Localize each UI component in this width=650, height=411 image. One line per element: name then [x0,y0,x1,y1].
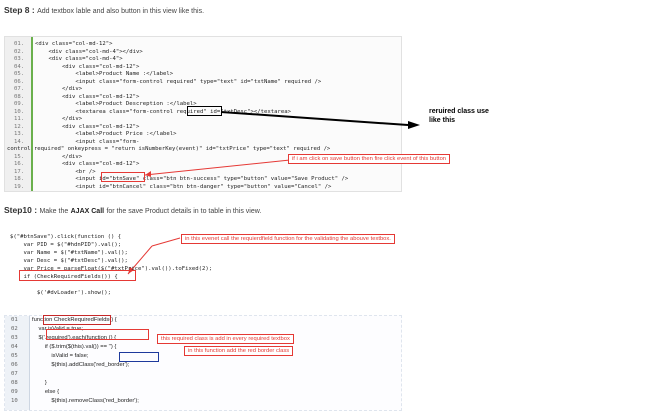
line-number: 03. [14,56,25,62]
line-number: 15. [14,153,25,160]
line-number: 07. [14,86,25,92]
step8-heading: Step 8 : Add textbox lable and also butt… [4,5,204,15]
line-number: 18. [14,176,25,182]
code-line: <div class="col-md-4"> [35,56,123,62]
line-number: 01. [14,41,25,47]
line-number: 08. [14,93,25,100]
code-line: control required" onkeypress = "return i… [7,146,331,152]
line-number: 19. [14,183,25,190]
line-number: 11. [14,116,25,122]
line-number: 02 [11,326,18,332]
step10-number: Step10 : [4,205,38,215]
code-line: <div class="col-md-12"> [35,123,140,130]
line-number: 07 [11,371,18,377]
btnsave-annotation: if i am click on save button then fire c… [288,154,451,164]
line-number: 09. [14,101,25,107]
code-line: <input class="form- [35,138,140,145]
line-number: 16. [14,161,25,167]
line-number: 13. [14,131,25,137]
code-line: <input id="btnSave" class="btn btn-succe… [35,176,349,182]
code-line: <div class="col-md-12"> [35,93,140,100]
step10-annotation: in this evenet call the requierdfield fu… [181,234,395,244]
line-number: 03 [11,335,18,341]
code-line: $(this).addClass('red_border'); [32,362,130,368]
code-line: <label>Product Descreption :</label> [35,101,197,107]
border-annotation: in this function add the red border clas… [184,346,294,356]
code-line: <div class="col-md-12"> [35,63,140,70]
code-line: <label>Product Price :</label> [35,131,177,137]
code-line: <input id="btnCancel" class="btn btn-dan… [35,183,332,190]
code-line: <textarea class="form-control required" … [35,108,291,115]
each-annotation: this required class is add in every requ… [157,334,294,344]
code-line: } [32,380,47,386]
code-line: if ($.trim($(this).val()) == '') { [32,344,117,350]
line-number: 02. [14,48,25,55]
code-line: <div class="col-md-12"> [35,161,140,167]
red-border-box [119,352,159,362]
step8-number: Step 8 : [4,5,35,15]
code-line: $("#btnSave").click(function () { [10,234,122,240]
code-line: $('#dvLoader').show(); [10,290,112,296]
btnsave-highlight-box [101,172,145,182]
line-number: 17. [14,168,25,175]
code-line: isValid = false; [32,353,89,359]
line-number: 05. [14,71,25,77]
step10-text-pre: Make the [39,208,69,215]
line-number: 09 [11,389,18,395]
checkrequired-fn-box [43,315,111,325]
step10-text-post: for the save Product details in to table… [106,208,262,215]
code-line: </div> [35,116,83,122]
line-number: 14. [14,138,25,145]
line-number: 12. [14,123,25,130]
code-line: var PID = $("#hdnPID").val(); [10,242,122,248]
required-annotation: reruired class use like this [429,108,489,124]
code-line: <div class="col-md-4"></div> [35,48,143,55]
line-number: 06 [11,362,18,368]
line-number: 04. [14,63,25,70]
step8-text: Add textbox lable and also button in thi… [37,8,205,15]
line-number: 10. [14,108,25,115]
code-line: <input class="form-control required" typ… [35,78,322,85]
line-number: 01 [11,317,18,323]
code-line: $(this).removeClass('red_border'); [32,398,139,404]
checkrequired-highlight-box [19,270,136,281]
code-line: else { [32,389,60,395]
required-highlight-box [187,106,222,116]
code-line: <br /> [35,168,96,175]
code-line: <div class="col-md-12"> [35,41,113,47]
code-line: <label>Product Name :</label> [35,71,174,77]
line-number: 04 [11,344,18,350]
code-line: var Desc = $("#txtDesc").val(); [10,258,128,264]
line-number: 05 [11,353,18,359]
step10-text-bold: AJAX Call [70,208,105,215]
required-each-box [46,329,149,340]
line-number: 08 [11,380,18,386]
line-number: 06. [14,78,25,85]
code-line: var Name = $("#txtName").val(); [10,250,128,256]
code-line: </div> [35,86,83,92]
step10-heading: Step10 : Make the AJAX Call for the save… [4,205,261,215]
code-line: </div> [35,153,83,160]
line-number: 10 [11,398,18,404]
